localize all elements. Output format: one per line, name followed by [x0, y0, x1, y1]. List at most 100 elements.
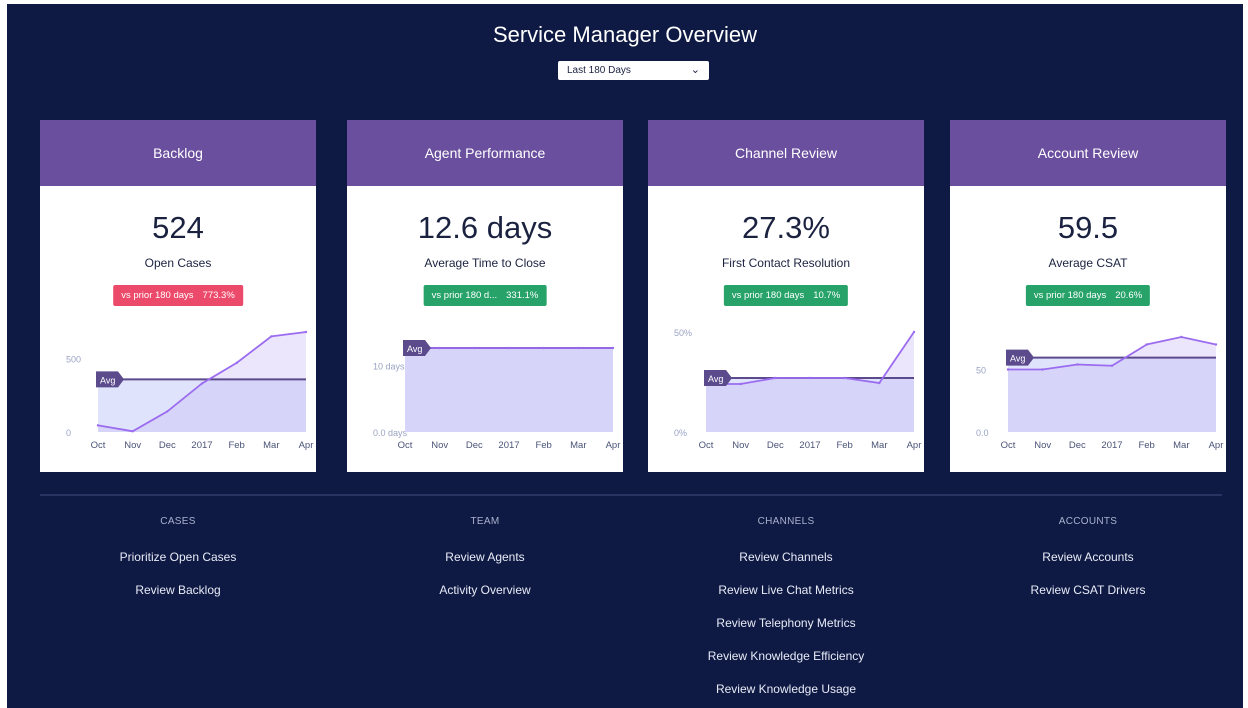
- data-point: [1214, 343, 1218, 346]
- x-tick-label: Oct: [1001, 440, 1016, 451]
- card-account-review[interactable]: Account Review 59.5 Average CSAT vs prio…: [950, 120, 1226, 472]
- x-tick-label: Oct: [398, 440, 413, 451]
- card-backlog[interactable]: Backlog 524 Open Cases vs prior 180 days…: [40, 120, 316, 472]
- y-tick-label: 50: [976, 366, 986, 376]
- comparison-badge: vs prior 180 d... 331.1%: [423, 285, 547, 306]
- data-point: [1041, 368, 1044, 371]
- date-range-select[interactable]: Last 180 Days ⌄: [558, 61, 709, 80]
- chevron-down-icon: ⌄: [690, 64, 700, 76]
- x-tick-label: Nov: [124, 440, 141, 451]
- data-point: [1180, 335, 1183, 339]
- nav-link-review-backlog[interactable]: Review Backlog: [40, 581, 316, 600]
- card-agent-performance[interactable]: Agent Performance 12.6 days Average Time…: [347, 120, 623, 472]
- card-header[interactable]: Agent Performance: [347, 120, 623, 186]
- badge-text: vs prior 180 d...: [431, 290, 498, 301]
- data-point: [507, 346, 511, 350]
- series-area: [405, 348, 613, 432]
- section-accounts: ACCOUNTS Review Accounts Review CSAT Drive…: [950, 516, 1226, 600]
- x-tick-label: Nov: [431, 440, 448, 451]
- badge-percent: 20.6%: [1115, 290, 1143, 301]
- trend-chart: 500 0 Avg Oct Nov Dec 2017 Feb Mar Apr: [66, 330, 314, 451]
- y-tick-label: 10 days: [373, 361, 405, 371]
- section-team: TEAM Review Agents Activity Overview: [347, 516, 623, 600]
- data-point: [304, 330, 308, 334]
- card-header[interactable]: Account Review: [950, 120, 1226, 186]
- x-tick-label: Apr: [907, 440, 922, 451]
- x-tick-label: Feb: [1138, 440, 1154, 451]
- nav-link-review-live-chat-metrics[interactable]: Review Live Chat Metrics: [648, 581, 924, 600]
- x-tick-label: Dec: [1069, 440, 1086, 451]
- metric-label: Average Time to Close: [424, 256, 546, 270]
- x-tick-label: 2017: [1101, 440, 1122, 451]
- badge-text: vs prior 180 days: [1033, 290, 1107, 301]
- card-header[interactable]: Backlog: [40, 120, 316, 186]
- data-point: [235, 361, 238, 365]
- x-tick-label: Oct: [91, 440, 106, 451]
- data-point: [739, 382, 742, 386]
- x-tick-label: Mar: [263, 440, 279, 451]
- nav-link-review-knowledge-usage[interactable]: Review Knowledge Usage: [648, 680, 924, 699]
- y-tick-label: 0.0: [976, 428, 989, 438]
- section-heading: CASES: [160, 516, 196, 527]
- badge-percent: 773.3%: [202, 290, 235, 301]
- x-tick-label: 2017: [191, 440, 212, 451]
- x-tick-label: Mar: [871, 440, 887, 451]
- comparison-badge: vs prior 180 days 20.6%: [1025, 285, 1151, 306]
- x-tick-label: Apr: [606, 440, 621, 451]
- x-tick-label: Feb: [228, 440, 244, 451]
- data-point: [270, 335, 273, 338]
- nav-link-review-agents[interactable]: Review Agents: [347, 548, 623, 567]
- section-heading: TEAM: [470, 516, 500, 527]
- y-tick-label: 0: [66, 428, 71, 438]
- data-point: [1006, 368, 1010, 371]
- x-tick-label: 2017: [799, 440, 820, 451]
- badge-percent: 331.1%: [506, 290, 539, 301]
- x-tick-label: Apr: [1209, 440, 1224, 451]
- y-tick-label: 500: [66, 354, 81, 364]
- x-tick-label: Nov: [1034, 440, 1051, 451]
- x-tick-label: 2017: [498, 440, 519, 451]
- nav-link-prioritize-open-cases[interactable]: Prioritize Open Cases: [40, 548, 316, 567]
- x-tick-label: Mar: [1173, 440, 1189, 451]
- comparison-badge: vs prior 180 days 10.7%: [723, 285, 849, 306]
- nav-link-review-channels[interactable]: Review Channels: [648, 548, 924, 567]
- metric-label: Open Cases: [144, 256, 212, 270]
- badge-text: vs prior 180 days: [731, 290, 805, 301]
- badge-text: vs prior 180 days: [121, 290, 194, 301]
- date-range-value: Last 180 Days: [567, 65, 631, 76]
- avg-tag-label: Avg: [100, 375, 115, 385]
- data-point: [438, 346, 441, 350]
- nav-link-review-telephony-metrics[interactable]: Review Telephony Metrics: [648, 614, 924, 633]
- dashboard: Service Manager Overview Last 180 Days ⌄…: [7, 4, 1243, 708]
- nav-link-review-csat-drivers[interactable]: Review CSAT Drivers: [950, 581, 1226, 600]
- x-tick-label: Apr: [299, 440, 314, 451]
- x-tick-label: Feb: [535, 440, 551, 451]
- data-point: [1145, 343, 1148, 346]
- data-point: [843, 376, 846, 380]
- avg-tag-label: Avg: [708, 374, 723, 384]
- data-point: [200, 382, 204, 385]
- nav-link-activity-overview[interactable]: Activity Overview: [347, 581, 623, 600]
- trend-chart: 10 days 0.0 days Avg Oct Nov Dec 2017 Feb Mar Apr: [373, 340, 621, 451]
- x-tick-label: Dec: [767, 440, 784, 451]
- metric-value: 12.6 days: [417, 210, 553, 245]
- data-point: [878, 381, 881, 385]
- card-header[interactable]: Channel Review: [648, 120, 924, 186]
- metric-value: 27.3%: [742, 210, 830, 245]
- data-point: [96, 424, 100, 427]
- x-tick-label: Dec: [466, 440, 483, 451]
- nav-link-review-knowledge-efficiency[interactable]: Review Knowledge Efficiency: [648, 647, 924, 666]
- y-tick-label: 0.0 days: [373, 428, 408, 438]
- section-heading: ACCOUNTS: [1058, 516, 1118, 527]
- data-point: [611, 346, 615, 350]
- section-cases: CASES Prioritize Open Cases Review Backlog: [40, 516, 316, 600]
- data-point: [577, 346, 580, 350]
- card-channel-review[interactable]: Channel Review 27.3% First Contact Resol…: [648, 120, 924, 472]
- trend-chart: 50 0.0 Avg Oct Nov Dec 2017 Feb Mar Apr: [976, 335, 1224, 451]
- series-area: [1008, 337, 1216, 432]
- x-tick-label: Nov: [732, 440, 749, 451]
- metric-value: 524: [152, 210, 204, 245]
- nav-link-review-accounts[interactable]: Review Accounts: [950, 548, 1226, 567]
- data-point: [131, 430, 134, 433]
- x-tick-label: Oct: [699, 440, 714, 451]
